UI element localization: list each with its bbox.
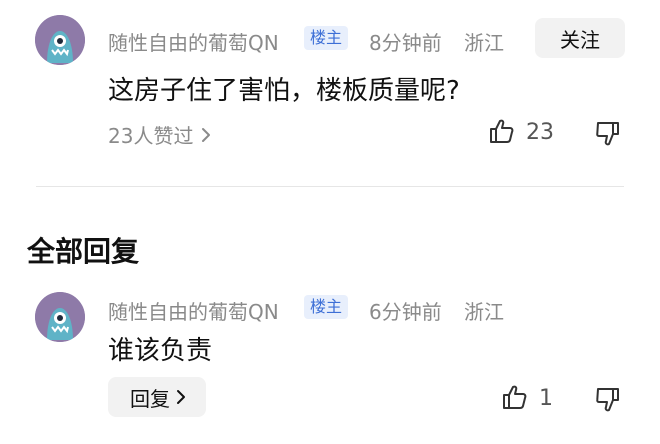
comment-location: 浙江 [464,31,504,55]
reply-like-count: 1 [539,386,553,411]
thumbs-up-icon[interactable] [487,117,515,145]
comment-time: 8分钟前 [369,31,442,55]
thumbs-down-icon[interactable] [594,386,622,414]
avatar-monster-icon [35,292,85,342]
likes-summary[interactable]: 23人赞过 [108,120,211,149]
follow-button[interactable]: 关注 [535,18,625,58]
reply-button[interactable]: 回复 [108,377,206,417]
section-title: 全部回复 [27,235,140,268]
thumbs-up-icon[interactable] [500,383,528,411]
like-count: 23 [526,120,554,145]
username[interactable]: 随性自由的葡萄QN [108,27,279,56]
reply-avatar[interactable] [35,292,85,342]
reply-location: 浙江 [464,300,504,324]
avatar-monster-icon [35,15,85,65]
avatar[interactable] [35,15,85,65]
likes-summary-label: 23人赞过 [108,124,194,148]
reply-text: 谁该负责 [108,336,213,366]
divider [36,186,624,187]
reply-username[interactable]: 随性自由的葡萄QN [108,296,279,325]
reply-op-badge: 楼主 [304,295,349,319]
reply-time: 6分钟前 [369,300,442,324]
reply-button-label: 回复 [130,386,170,411]
chevron-right-icon [176,389,186,405]
thumbs-down-icon[interactable] [594,120,622,148]
comment-text: 这房子住了害怕，楼板质量呢? [108,76,460,106]
chevron-right-icon [201,127,211,143]
op-badge: 楼主 [304,26,349,50]
